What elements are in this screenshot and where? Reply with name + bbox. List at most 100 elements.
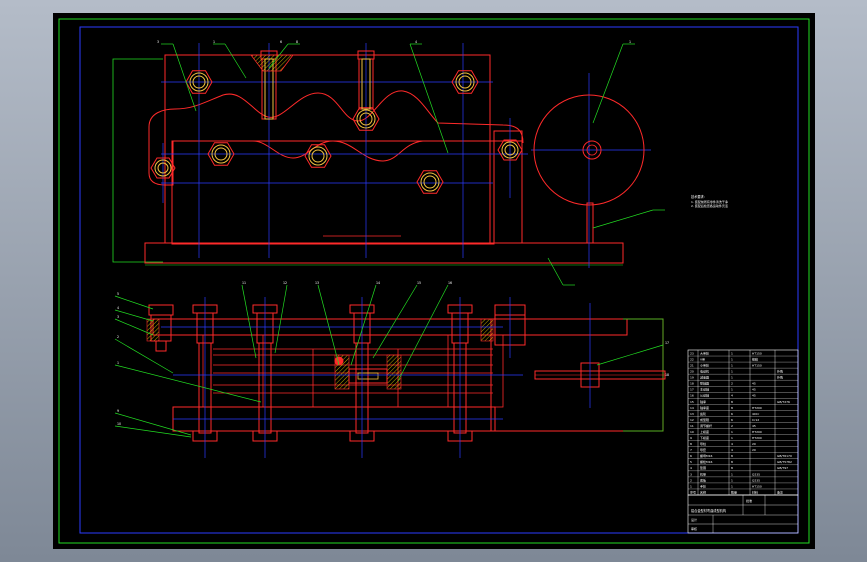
part-label-bottom-11: 14 — [376, 281, 380, 285]
parts-cell-no: 22 — [690, 357, 694, 361]
part-label-bottom-6: 9 — [117, 409, 119, 413]
title-block: 铝合金型材弯曲成型机构 设计 审核 批准 — [687, 494, 799, 534]
parts-cell-name: 机架 — [700, 471, 706, 476]
part-labels-bottom: 5 4 3 2 1 9 10 11 12 13 14 15 16 17 18 — [117, 281, 669, 426]
part-label-bottom-14: 17 — [665, 341, 669, 345]
parts-cell-qty: 8 — [731, 460, 733, 464]
parts-cell-material: 材料 — [752, 489, 758, 494]
hatch-screw-seat — [250, 54, 294, 72]
parts-cell-no: 17 — [690, 388, 694, 392]
parts-cell-note: GB/T6170 — [777, 454, 792, 458]
parts-cell-qty: 6 — [731, 418, 733, 422]
parts-cell-qty: 8 — [731, 400, 733, 404]
parts-cell-note: GB/T97 — [777, 466, 788, 470]
parts-cell-qty: 2 — [731, 382, 733, 386]
parts-cell-material: HT150 — [752, 484, 762, 488]
notes-title: 技术要求: — [691, 194, 705, 199]
parts-cell-name: 上模座 — [700, 429, 709, 434]
top-view: 5 4 3 2 1 9 10 11 12 13 14 15 16 17 18 — [114, 281, 669, 458]
parts-cell-qty: 1 — [731, 376, 733, 380]
parts-cell-qty: 1 — [731, 351, 733, 355]
parts-cell-material: HT150 — [752, 364, 762, 368]
parts-cell-material: 20 — [752, 448, 756, 452]
parts-cell-no: 23 — [690, 351, 694, 355]
parts-cell-material: HT200 — [752, 436, 762, 440]
parts-cell-name: 轴承座 — [700, 405, 709, 410]
parts-cell-no: 16 — [690, 394, 694, 398]
parts-cell-name: 名称 — [700, 489, 706, 494]
part-label-bottom-13: 16 — [448, 281, 452, 285]
parts-cell-qty: 1 — [731, 472, 733, 476]
parts-cell-qty: 8 — [731, 406, 733, 410]
parts-cell-qty: 4 — [731, 448, 733, 452]
parts-cell-qty: 1 — [731, 364, 733, 368]
title-label-3: 批准 — [746, 498, 752, 503]
parts-cell-no: 20 — [690, 370, 694, 374]
parts-cell-no: 12 — [690, 418, 694, 422]
parts-cell-no: 11 — [690, 424, 694, 428]
parts-cell-qty: 4 — [731, 394, 733, 398]
parts-cell-qty: 6 — [731, 412, 733, 416]
parts-cell-qty: 1 — [731, 484, 733, 488]
parts-cell-name: 小带轮 — [700, 363, 709, 368]
wheel-post — [586, 202, 594, 244]
part-label-bottom-9: 12 — [283, 281, 287, 285]
parts-cell-material: 橡胶 — [752, 356, 758, 361]
base-plate — [144, 242, 624, 264]
parts-cell-name: 螺母M16 — [700, 453, 712, 458]
parts-cell-name: 齿轮 — [700, 411, 706, 416]
parts-cell-material: Q235 — [752, 478, 760, 482]
cad-viewport[interactable]: 3 1 6 8 4 1 技术要求: 1. 装配前所有零件清洗干净 2. 装配后检… — [53, 13, 815, 549]
parts-cell-name: 电动机 — [700, 369, 709, 374]
gear-row-upper — [150, 70, 523, 194]
parts-cell-material: Cr12 — [752, 418, 759, 422]
parts-cell-qty: 1 — [731, 478, 733, 482]
parts-cell-material: 40Cr — [752, 412, 760, 416]
parts-cell-qty: 4 — [731, 442, 733, 446]
parts-cell-note: GB/T5782 — [777, 460, 792, 464]
middle-rails — [202, 334, 504, 408]
part-label-bottom-7: 10 — [117, 422, 121, 426]
parts-cell-name: 导柱 — [700, 441, 706, 446]
parts-cell-no: 13 — [690, 412, 694, 416]
parts-cell-material: HT200 — [752, 430, 762, 434]
parts-cell-no: 19 — [690, 376, 694, 380]
hatch-right-bushing — [480, 318, 494, 342]
parts-cell-material: 45 — [752, 394, 756, 398]
parts-cell-no: 5 — [690, 460, 692, 464]
part-label-bottom-3: 3 — [117, 315, 119, 319]
main-frame — [171, 140, 495, 245]
parts-cell-qty: 1 — [731, 370, 733, 374]
parts-cell-qty: 1 — [731, 388, 733, 392]
notes-line-2: 2. 装配后检查各运动件灵活 — [691, 203, 728, 208]
part-label-bottom-2: 4 — [117, 306, 119, 310]
parts-cell-material: Q235 — [752, 472, 760, 476]
parts-cell-qty: 1 — [731, 436, 733, 440]
parts-cell-name: 下模座 — [700, 435, 709, 440]
gear-6 — [416, 170, 444, 194]
parts-cell-qty: 8 — [731, 454, 733, 458]
parts-cell-no: 10 — [690, 430, 694, 434]
parts-cell-name: V带 — [700, 356, 705, 361]
parts-list-table: 23 大带轮 1 HT15022 V带 1 橡胶21 小带轮 1 HT15020 电动机 1 外购19 减… — [687, 349, 799, 496]
parts-cell-no: 2 — [690, 478, 692, 482]
parts-cell-no: 21 — [690, 364, 694, 368]
parts-cell-material: 45 — [752, 424, 756, 428]
parts-cell-material: 20 — [752, 442, 756, 446]
part-label-bottom-10: 13 — [315, 281, 319, 285]
part-label-top-6: 1 — [629, 40, 631, 44]
parts-cell-no: 15 — [690, 400, 694, 404]
technical-notes: 技术要求: 1. 装配前所有零件清洗干净 2. 装配后检查各运动件灵活 — [691, 194, 728, 208]
parts-cell-no: 8 — [690, 442, 692, 446]
part-label-bottom-15: 18 — [665, 373, 669, 377]
parts-cell-qty: 2 — [731, 424, 733, 428]
parts-cell-name: 从动轴 — [700, 393, 709, 398]
parts-cell-name: 螺栓M16 — [700, 459, 712, 464]
gear-5 — [304, 144, 332, 168]
part-label-bottom-8: 11 — [242, 281, 246, 285]
part-label-top-4: 8 — [296, 40, 298, 44]
drawing-title: 铝合金型材弯曲成型机构 — [691, 508, 726, 513]
center-lines-top — [161, 43, 651, 268]
center-lines-bottom — [161, 297, 591, 458]
title-block-grid — [688, 495, 798, 533]
